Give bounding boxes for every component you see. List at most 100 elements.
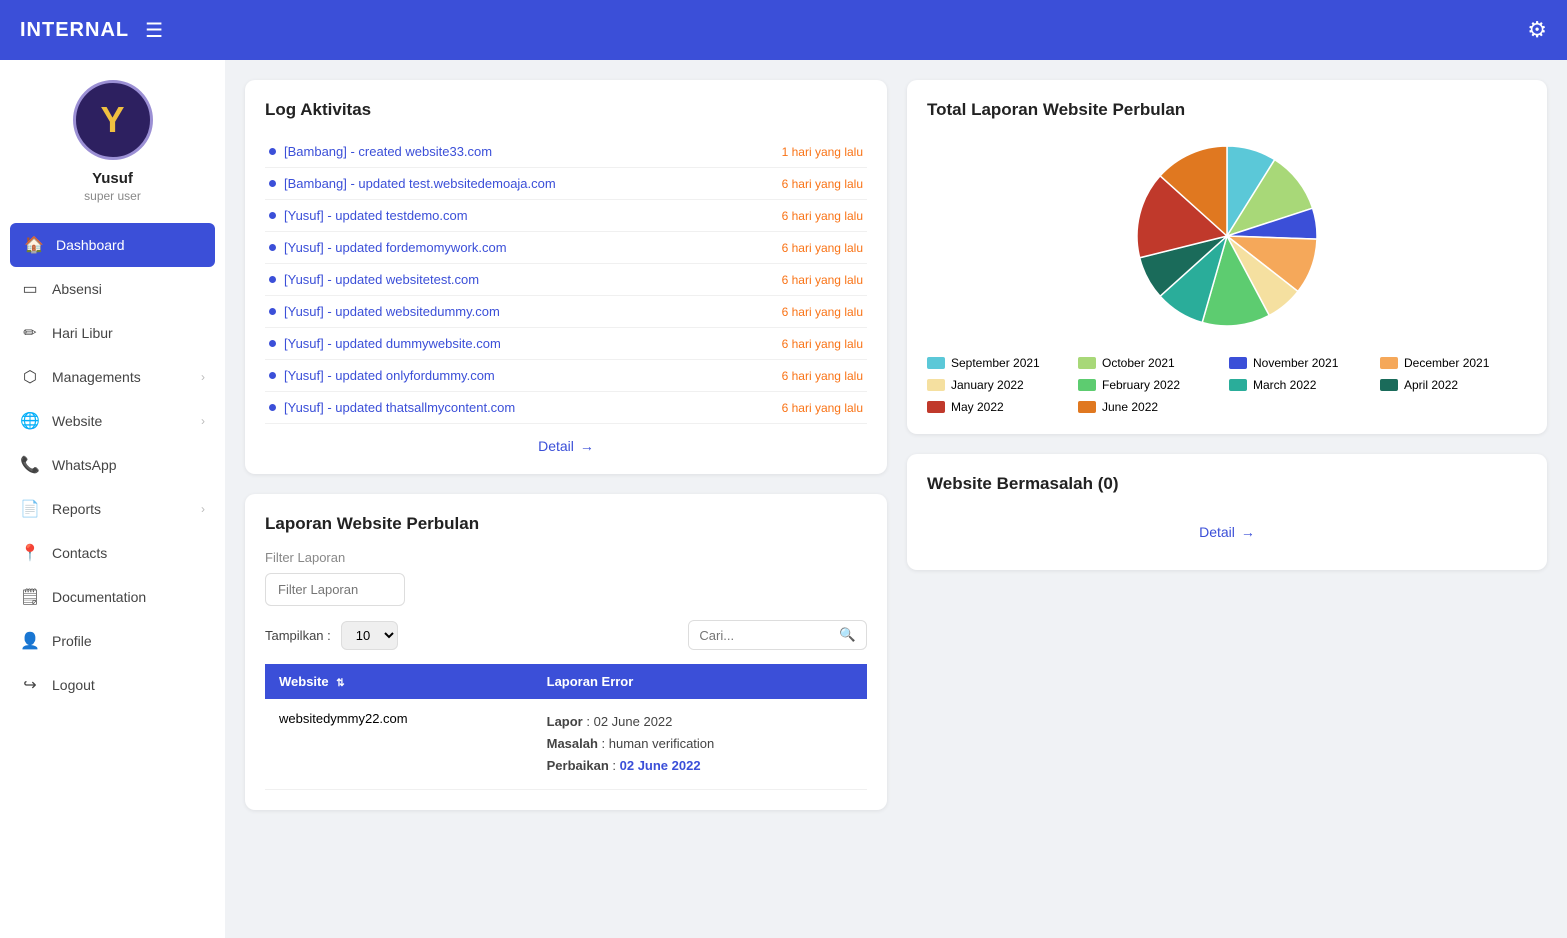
log-text: [Yusuf] - updated thatsallmycontent.com: [284, 400, 515, 415]
legend-item: May 2022: [927, 400, 1074, 414]
filter-label: Filter Laporan: [265, 550, 867, 565]
sidebar-item-contacts[interactable]: 📍 Contacts: [0, 531, 225, 575]
tampilkan-select[interactable]: 10 25 50: [341, 621, 398, 650]
legend-label: June 2022: [1102, 400, 1158, 414]
pie-chart-title: Total Laporan Website Perbulan: [927, 100, 1527, 120]
laporan-card: Laporan Website Perbulan Filter Laporan …: [245, 494, 887, 810]
sidebar-item-documentation[interactable]: 🗒 Documentation: [0, 575, 225, 619]
pie-legend: September 2021 October 2021 November 202…: [927, 356, 1527, 414]
legend-label: May 2022: [951, 400, 1004, 414]
profile-icon: 👤: [20, 631, 40, 651]
log-dot: [269, 340, 276, 347]
filter-input[interactable]: [265, 573, 405, 606]
log-item: [Yusuf] - updated thatsallmycontent.com …: [265, 392, 867, 424]
tampilkan-label: Tampilkan :: [265, 628, 331, 643]
log-text: [Yusuf] - updated dummywebsite.com: [284, 336, 501, 351]
sidebar-item-hari-libur[interactable]: ✏ Hari Libur: [0, 311, 225, 355]
sidebar-item-managements[interactable]: ⬡ Managements ›: [0, 355, 225, 399]
legend-label: September 2021: [951, 356, 1040, 370]
legend-label: February 2022: [1102, 378, 1180, 392]
sidebar-item-label: Hari Libur: [52, 325, 113, 341]
sidebar-item-website[interactable]: 🌐 Website ›: [0, 399, 225, 443]
log-item: [Yusuf] - updated onlyfordummy.com 6 har…: [265, 360, 867, 392]
legend-item: December 2021: [1380, 356, 1527, 370]
settings-icon[interactable]: ⚙: [1527, 17, 1547, 43]
legend-label: January 2022: [951, 378, 1024, 392]
log-item: [Bambang] - updated test.websitedemoaja.…: [265, 168, 867, 200]
sidebar-item-label: Reports: [52, 501, 101, 517]
sort-icon: ⇅: [336, 678, 344, 689]
content-right: Total Laporan Website Perbulan September…: [907, 80, 1547, 918]
legend-color: [1078, 401, 1096, 413]
log-item: [Yusuf] - updated dummywebsite.com 6 har…: [265, 328, 867, 360]
legend-label: October 2021: [1102, 356, 1175, 370]
log-dot: [269, 372, 276, 379]
log-text: [Bambang] - updated test.websitedemoaja.…: [284, 176, 556, 191]
logout-icon: ↪: [20, 675, 40, 695]
legend-item: November 2021: [1229, 356, 1376, 370]
log-time: 1 hari yang lalu: [782, 145, 863, 159]
legend-color: [1380, 379, 1398, 391]
laporan-table: Website ⇅ Laporan Error websitedymmy22.c…: [265, 664, 867, 790]
avatar: Y: [73, 80, 153, 160]
managements-icon: ⬡: [20, 367, 40, 387]
laporan-error-cell: Lapor : 02 June 2022 Masalah : human ver…: [533, 699, 867, 790]
log-dot: [269, 180, 276, 187]
topnav-left: INTERNAL ☰: [20, 18, 163, 43]
search-input[interactable]: [689, 622, 829, 649]
sidebar-item-logout[interactable]: ↪ Logout: [0, 663, 225, 707]
log-detail-link[interactable]: Detail →: [265, 438, 867, 454]
reports-icon: 📄: [20, 499, 40, 519]
sidebar-item-absensi[interactable]: ▭ Absensi: [0, 267, 225, 311]
log-time: 6 hari yang lalu: [782, 177, 863, 191]
sidebar-role: super user: [84, 189, 141, 203]
log-item: [Bambang] - created website33.com 1 hari…: [265, 136, 867, 168]
pie-chart-svg: [1127, 136, 1327, 336]
log-text: [Yusuf] - updated onlyfordummy.com: [284, 368, 495, 383]
table-controls: Tampilkan : 10 25 50 🔍: [265, 620, 867, 650]
sidebar-username: Yusuf: [92, 170, 133, 187]
sidebar-item-dashboard[interactable]: 🏠 Dashboard: [10, 223, 215, 267]
col-laporan: Laporan Error: [533, 664, 867, 699]
legend-label: April 2022: [1404, 378, 1458, 392]
sidebar-item-whatsapp[interactable]: 📞 WhatsApp: [0, 443, 225, 487]
log-time: 6 hari yang lalu: [782, 305, 863, 319]
legend-label: December 2021: [1404, 356, 1489, 370]
log-dot: [269, 404, 276, 411]
log-dot: [269, 244, 276, 251]
whatsapp-icon: 📞: [20, 455, 40, 475]
legend-color: [1380, 357, 1398, 369]
log-item: [Yusuf] - updated fordemomywork.com 6 ha…: [265, 232, 867, 264]
log-text: [Yusuf] - updated testdemo.com: [284, 208, 468, 223]
website-bermasalah-card: Website Bermasalah (0) Detail →: [907, 454, 1547, 570]
legend-color: [1078, 357, 1096, 369]
sidebar-item-label: WhatsApp: [52, 457, 117, 473]
harilubur-icon: ✏: [20, 323, 40, 343]
log-item: [Yusuf] - updated websitetest.com 6 hari…: [265, 264, 867, 296]
legend-item: June 2022: [1078, 400, 1225, 414]
sidebar-item-label: Managements: [52, 369, 141, 385]
legend-color: [1078, 379, 1096, 391]
documentation-icon: 🗒: [20, 587, 40, 607]
log-aktivitas-card: Log Aktivitas [Bambang] - created websit…: [245, 80, 887, 474]
legend-item: September 2021: [927, 356, 1074, 370]
sidebar-item-profile[interactable]: 👤 Profile: [0, 619, 225, 663]
menu-icon[interactable]: ☰: [145, 18, 163, 43]
chevron-right-icon: ›: [201, 414, 205, 428]
search-button[interactable]: 🔍: [829, 621, 866, 649]
website-icon: 🌐: [20, 411, 40, 431]
legend-color: [1229, 379, 1247, 391]
sidebar-profile: Y Yusuf super user: [0, 80, 225, 203]
sidebar-item-label: Dashboard: [56, 237, 125, 253]
legend-color: [927, 379, 945, 391]
arrow-right-icon: →: [580, 438, 594, 454]
log-time: 6 hari yang lalu: [782, 401, 863, 415]
bermasalah-detail-link[interactable]: Detail →: [927, 524, 1527, 540]
legend-label: November 2021: [1253, 356, 1338, 370]
main-layout: Y Yusuf super user 🏠 Dashboard ▭ Absensi…: [0, 60, 1567, 938]
website-cell: websitedymmy22.com: [265, 699, 533, 790]
log-item: [Yusuf] - updated testdemo.com 6 hari ya…: [265, 200, 867, 232]
chevron-right-icon: ›: [201, 502, 205, 516]
col-website[interactable]: Website ⇅: [265, 664, 533, 699]
sidebar-item-reports[interactable]: 📄 Reports ›: [0, 487, 225, 531]
